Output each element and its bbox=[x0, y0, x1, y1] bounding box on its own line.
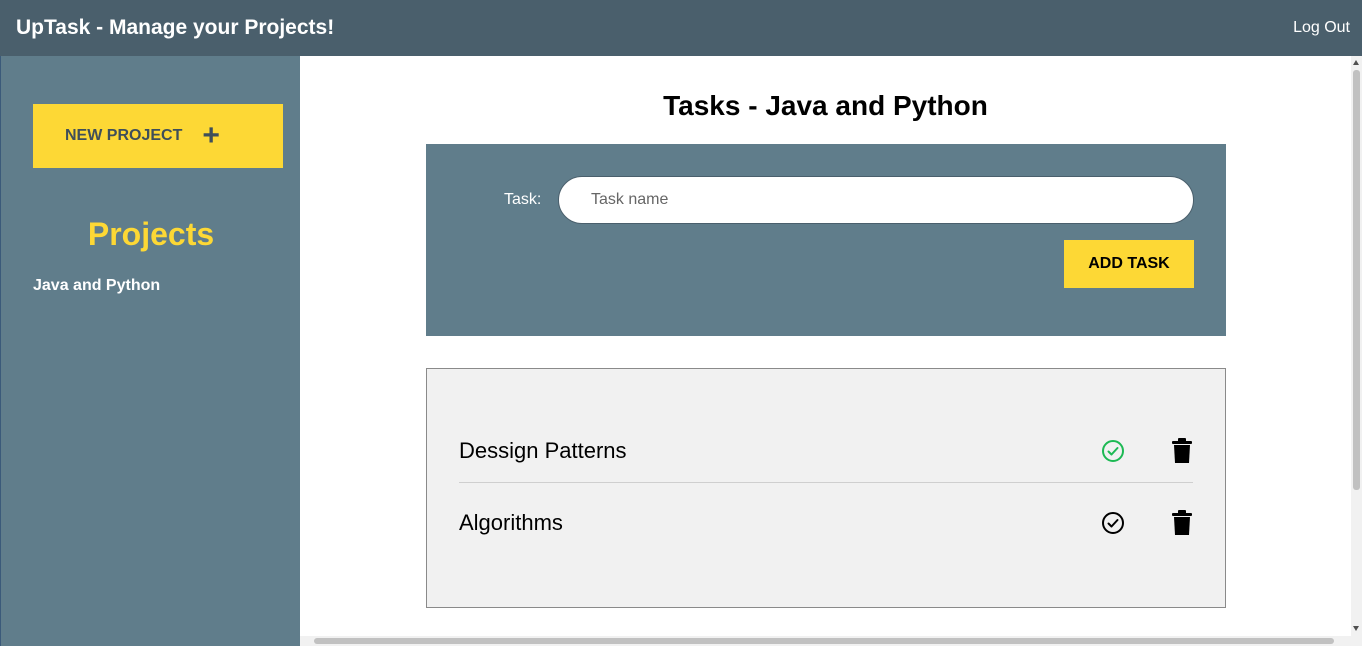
task-name: Dessign Patterns bbox=[459, 437, 627, 463]
vertical-scrollbar-thumb[interactable] bbox=[1353, 70, 1360, 490]
plus-icon: + bbox=[202, 119, 220, 152]
logout-link[interactable]: Log Out bbox=[1293, 19, 1350, 37]
horizontal-scrollbar-thumb[interactable] bbox=[314, 638, 1334, 644]
trash-icon[interactable] bbox=[1171, 510, 1193, 536]
main-content: Tasks - Java and Python Task: ADD TASK D… bbox=[300, 56, 1351, 636]
page-title: Tasks - Java and Python bbox=[663, 90, 988, 121]
horizontal-scrollbar[interactable] bbox=[300, 636, 1351, 646]
task-label: Task: bbox=[504, 191, 542, 208]
trash-icon[interactable] bbox=[1171, 438, 1193, 464]
scroll-up-arrow-icon[interactable] bbox=[1353, 60, 1359, 65]
projects-heading: Projects bbox=[87, 216, 215, 252]
list-item: Algorithms bbox=[459, 491, 1193, 555]
check-circle-icon[interactable] bbox=[1101, 511, 1125, 535]
task-name: Algorithms bbox=[459, 510, 563, 535]
top-bar: UpTask - Manage your Projects! Log Out bbox=[0, 0, 1362, 56]
new-project-button[interactable]: NEW PROJECT + bbox=[33, 104, 283, 168]
add-task-button[interactable]: ADD TASK bbox=[1064, 240, 1194, 288]
vertical-scrollbar[interactable] bbox=[1351, 56, 1362, 646]
list-item: Dessign Patterns bbox=[459, 419, 1193, 483]
app-title: UpTask - Manage your Projects! bbox=[16, 16, 335, 39]
scroll-down-arrow-icon[interactable] bbox=[1353, 626, 1359, 631]
sidebar: NEW PROJECT + Projects Java and Python bbox=[0, 56, 300, 646]
add-task-form: Task: ADD TASK bbox=[426, 144, 1226, 336]
sidebar-item-java-and-python[interactable]: Java and Python bbox=[33, 277, 160, 295]
new-project-label: NEW PROJECT bbox=[65, 127, 183, 144]
task-list: Dessign Patterns Algorithms bbox=[426, 368, 1226, 608]
check-circle-icon[interactable] bbox=[1101, 439, 1125, 463]
task-name-input[interactable] bbox=[558, 176, 1194, 224]
